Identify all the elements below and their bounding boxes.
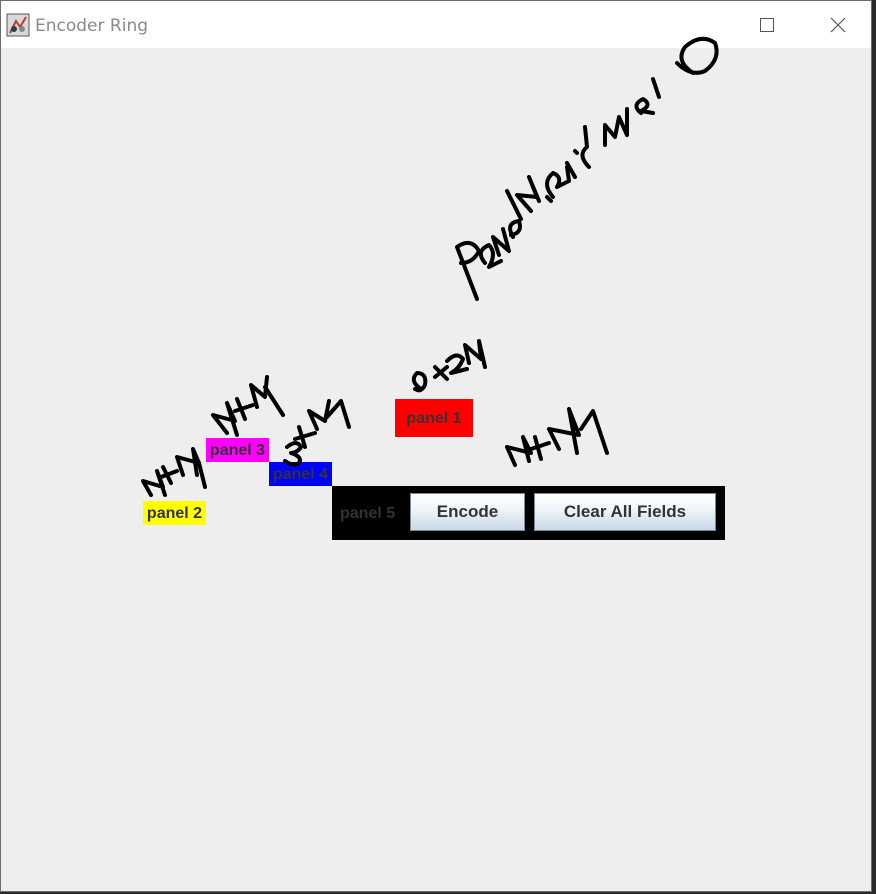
handwriting-above-panel-4 bbox=[283, 399, 351, 467]
panel-2-label: panel 2 bbox=[143, 501, 206, 525]
maximize-button[interactable] bbox=[744, 9, 790, 41]
handwriting-above-panel-1 bbox=[411, 339, 487, 393]
title-bar[interactable]: Encoder Ring bbox=[1, 1, 871, 48]
close-button[interactable] bbox=[815, 9, 861, 41]
app-window: Encoder Ring panel 1 panel 2 panel 3 pan… bbox=[0, 0, 872, 892]
window-title: Encoder Ring bbox=[35, 16, 149, 36]
panel-4-label: panel 4 bbox=[269, 462, 332, 486]
handwriting-right-of-panel-1 bbox=[505, 407, 609, 467]
handwriting-above-panel-2 bbox=[141, 447, 207, 497]
panel-5: panel 5 Encode Clear All Fields bbox=[332, 486, 725, 540]
encode-button[interactable]: Encode bbox=[410, 493, 525, 531]
panel-5-label: panel 5 bbox=[340, 505, 396, 522]
handwriting-above-panel-3 bbox=[211, 375, 285, 437]
close-icon bbox=[830, 17, 846, 33]
panel-3-label: panel 3 bbox=[206, 438, 269, 462]
handwriting-panel-grid bbox=[455, 36, 719, 301]
maximize-icon bbox=[760, 18, 774, 32]
clear-all-fields-button[interactable]: Clear All Fields bbox=[534, 493, 716, 531]
java-app-icon bbox=[6, 13, 30, 37]
panel-1-label: panel 1 bbox=[395, 399, 473, 437]
button-separator bbox=[525, 493, 534, 531]
handwriting-layer bbox=[141, 36, 719, 497]
